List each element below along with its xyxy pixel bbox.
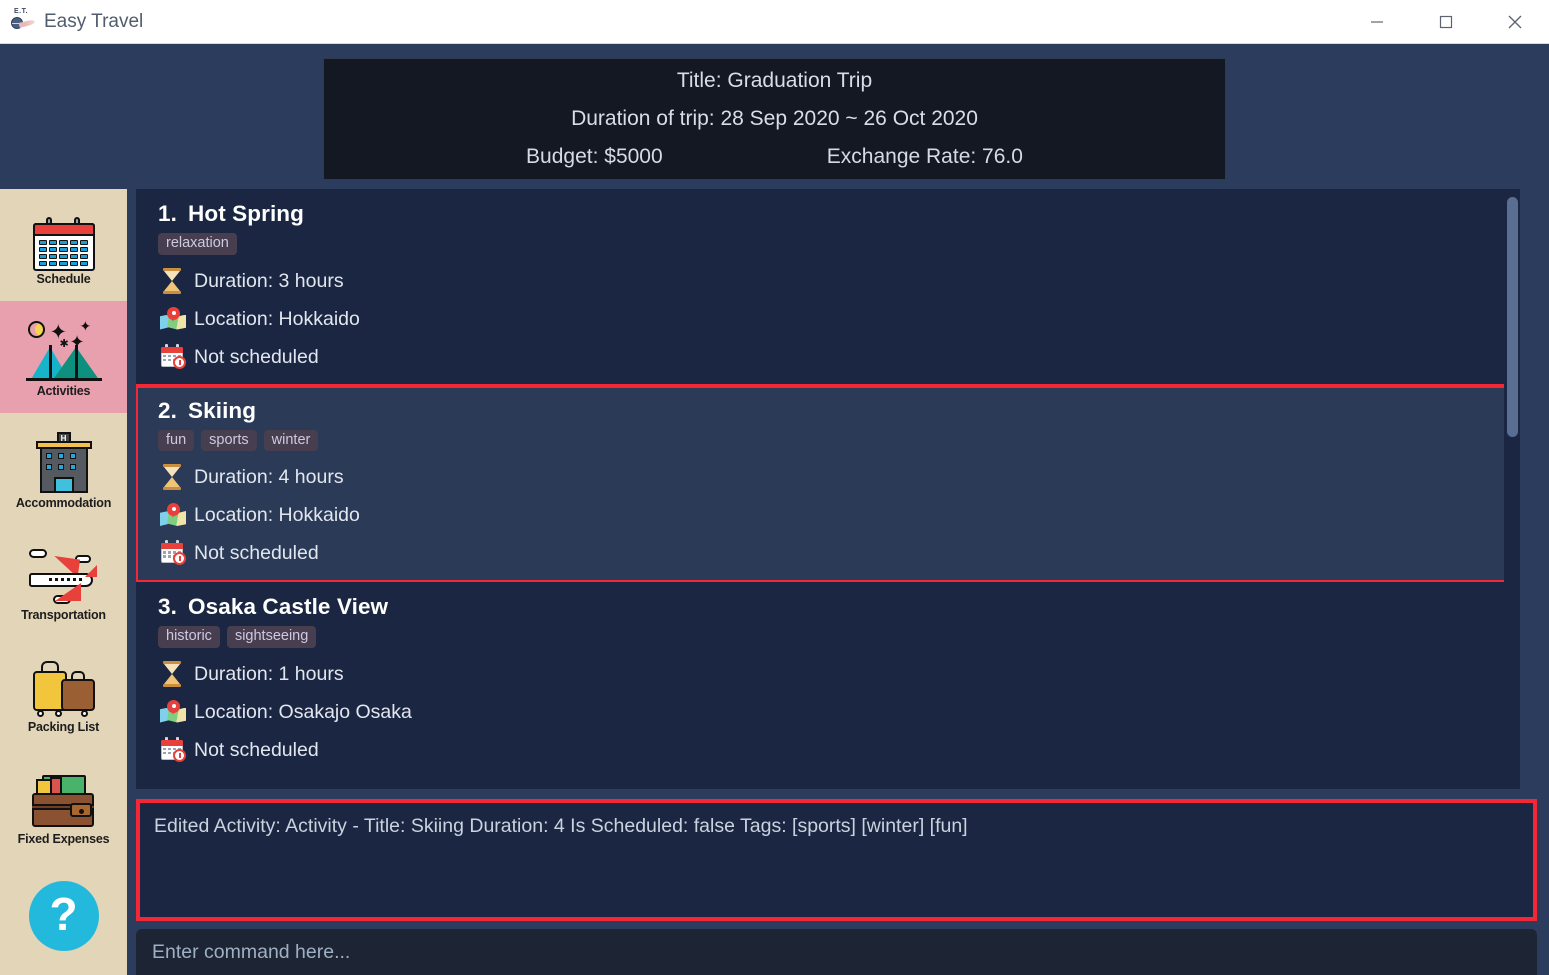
- trip-duration: Duration of trip: 28 Sep 2020 ~ 26 Oct 2…: [571, 107, 978, 130]
- activity-schedule-row: Not scheduled: [158, 338, 1520, 376]
- sidebar-item-activities[interactable]: ✦ ✦ ✦ ✱ Activities: [0, 301, 127, 413]
- activity-list-item[interactable]: 1. Hot Spring relaxation Duration: 3 hour…: [136, 189, 1520, 386]
- tag-chip: sightseeing: [226, 626, 317, 648]
- sidebar-item-accommodation[interactable]: H Accommodation: [0, 413, 127, 525]
- tag-chip: relaxation: [158, 233, 237, 255]
- minimize-icon[interactable]: [1342, 0, 1411, 44]
- sidebar-label: Fixed Expenses: [17, 831, 110, 846]
- activity-duration-row: Duration: 1 hours: [158, 655, 1520, 693]
- sidebar-label: Accommodation: [15, 495, 112, 510]
- main-content: 1. Hot Spring relaxation Duration: 3 hour…: [127, 189, 1549, 975]
- wallet-icon: [21, 765, 107, 831]
- activity-tags: fun sports winter: [158, 429, 1520, 451]
- hotel-icon: H: [21, 429, 107, 495]
- activity-duration: Duration: 4 hours: [194, 466, 344, 488]
- activity-location: Location: Osakajo Osaka: [194, 700, 412, 723]
- hourglass-icon: [158, 659, 188, 689]
- sidebar-item-fixed-expenses[interactable]: Fixed Expenses: [0, 749, 127, 861]
- activity-tags: relaxation: [158, 233, 1520, 255]
- map-pin-icon: [158, 500, 188, 530]
- map-pin-icon: [158, 304, 188, 334]
- airplane-icon: [21, 541, 107, 607]
- activity-location: Location: Hokkaido: [194, 504, 360, 526]
- activity-duration-row: Duration: 3 hours: [158, 262, 1520, 300]
- luggage-icon: [21, 653, 107, 719]
- calendar-clock-icon: [158, 538, 188, 568]
- hourglass-icon: [158, 266, 188, 296]
- tent-icon: ✦ ✦ ✦ ✱: [21, 317, 107, 383]
- sidebar-label: Activities: [36, 383, 91, 398]
- easy-travel-logo-icon: E.T.: [10, 8, 36, 35]
- sidebar-label: Schedule: [36, 271, 91, 286]
- calendar-clock-icon: [158, 342, 188, 372]
- activity-title: 2. Skiing: [158, 398, 1520, 424]
- trip-summary-panel: Title: Graduation Trip Duration of trip:…: [323, 58, 1226, 180]
- activity-list-item[interactable]: 3. Osaka Castle View historic sightseeing…: [136, 582, 1520, 779]
- close-icon[interactable]: [1480, 0, 1549, 44]
- activity-title: 1. Hot Spring: [158, 201, 1520, 227]
- trip-budget: Budget: $5000: [526, 145, 663, 168]
- activity-number: 3.: [158, 594, 177, 619]
- output-console: Edited Activity: Activity - Title: Skiin…: [136, 799, 1537, 921]
- activity-duration-row: Duration: 4 hours: [158, 458, 1520, 496]
- activity-name: Osaka Castle View: [188, 594, 389, 619]
- activity-schedule-row: Not scheduled: [158, 731, 1520, 769]
- sidebar: Schedule ✦ ✦ ✦ ✱ Activities H Accommodat…: [0, 189, 127, 975]
- hourglass-icon: [158, 462, 188, 492]
- window-title: Easy Travel: [44, 10, 144, 32]
- activity-schedule-row: Not scheduled: [158, 534, 1520, 572]
- activity-number: 2.: [158, 397, 177, 423]
- activity-tags: historic sightseeing: [158, 626, 1520, 648]
- activity-duration: Duration: 1 hours: [194, 662, 344, 685]
- activity-schedule: Not scheduled: [194, 738, 319, 761]
- activity-location-row: Location: Osakajo Osaka: [158, 693, 1520, 731]
- help-icon[interactable]: ?: [28, 881, 99, 951]
- activity-list: 1. Hot Spring relaxation Duration: 3 hour…: [136, 189, 1520, 789]
- activity-list-scrollbar[interactable]: [1504, 189, 1520, 789]
- sidebar-item-schedule[interactable]: Schedule: [0, 189, 127, 301]
- activity-schedule: Not scheduled: [194, 542, 319, 564]
- activity-name: Skiing: [188, 397, 257, 423]
- sidebar-label: Packing List: [27, 719, 100, 734]
- activity-list-item[interactable]: 2. Skiing fun sports winter Duration: 4 h…: [136, 383, 1520, 584]
- activity-title: 3. Osaka Castle View: [158, 594, 1520, 620]
- activity-location-row: Location: Hokkaido: [158, 496, 1520, 534]
- trip-exchange-rate: Exchange Rate: 76.0: [826, 145, 1023, 168]
- activity-name: Hot Spring: [188, 201, 304, 226]
- trip-title: Title: Graduation Trip: [676, 69, 873, 92]
- tag-chip: sports: [201, 429, 257, 451]
- window-controls: [1342, 0, 1549, 44]
- sidebar-label: Transportation: [21, 607, 106, 622]
- tag-chip: historic: [158, 626, 220, 648]
- calendar-icon: [21, 205, 107, 271]
- activity-location-row: Location: Hokkaido: [158, 300, 1520, 338]
- activity-duration: Duration: 3 hours: [194, 269, 344, 292]
- activity-location: Location: Hokkaido: [194, 307, 360, 330]
- calendar-clock-icon: [158, 735, 188, 765]
- main-body: Schedule ✦ ✦ ✦ ✱ Activities H Accommodat…: [0, 189, 1549, 975]
- map-pin-icon: [158, 697, 188, 727]
- scrollbar-thumb[interactable]: [1507, 197, 1518, 437]
- tag-chip: winter: [263, 429, 319, 451]
- command-input[interactable]: Enter command here...: [136, 929, 1537, 975]
- activity-number: 1.: [158, 201, 177, 226]
- console-output-text: Edited Activity: Activity - Title: Skiin…: [154, 815, 968, 837]
- help-button-wrap: ?: [0, 861, 127, 971]
- sidebar-item-packing-list[interactable]: Packing List: [0, 637, 127, 749]
- activity-schedule: Not scheduled: [194, 345, 319, 368]
- sidebar-item-transportation[interactable]: Transportation: [0, 525, 127, 637]
- tag-chip: fun: [158, 429, 195, 451]
- command-placeholder: Enter command here...: [152, 940, 351, 963]
- maximize-icon[interactable]: [1411, 0, 1480, 44]
- window-title-bar: E.T. Easy Travel: [0, 0, 1549, 44]
